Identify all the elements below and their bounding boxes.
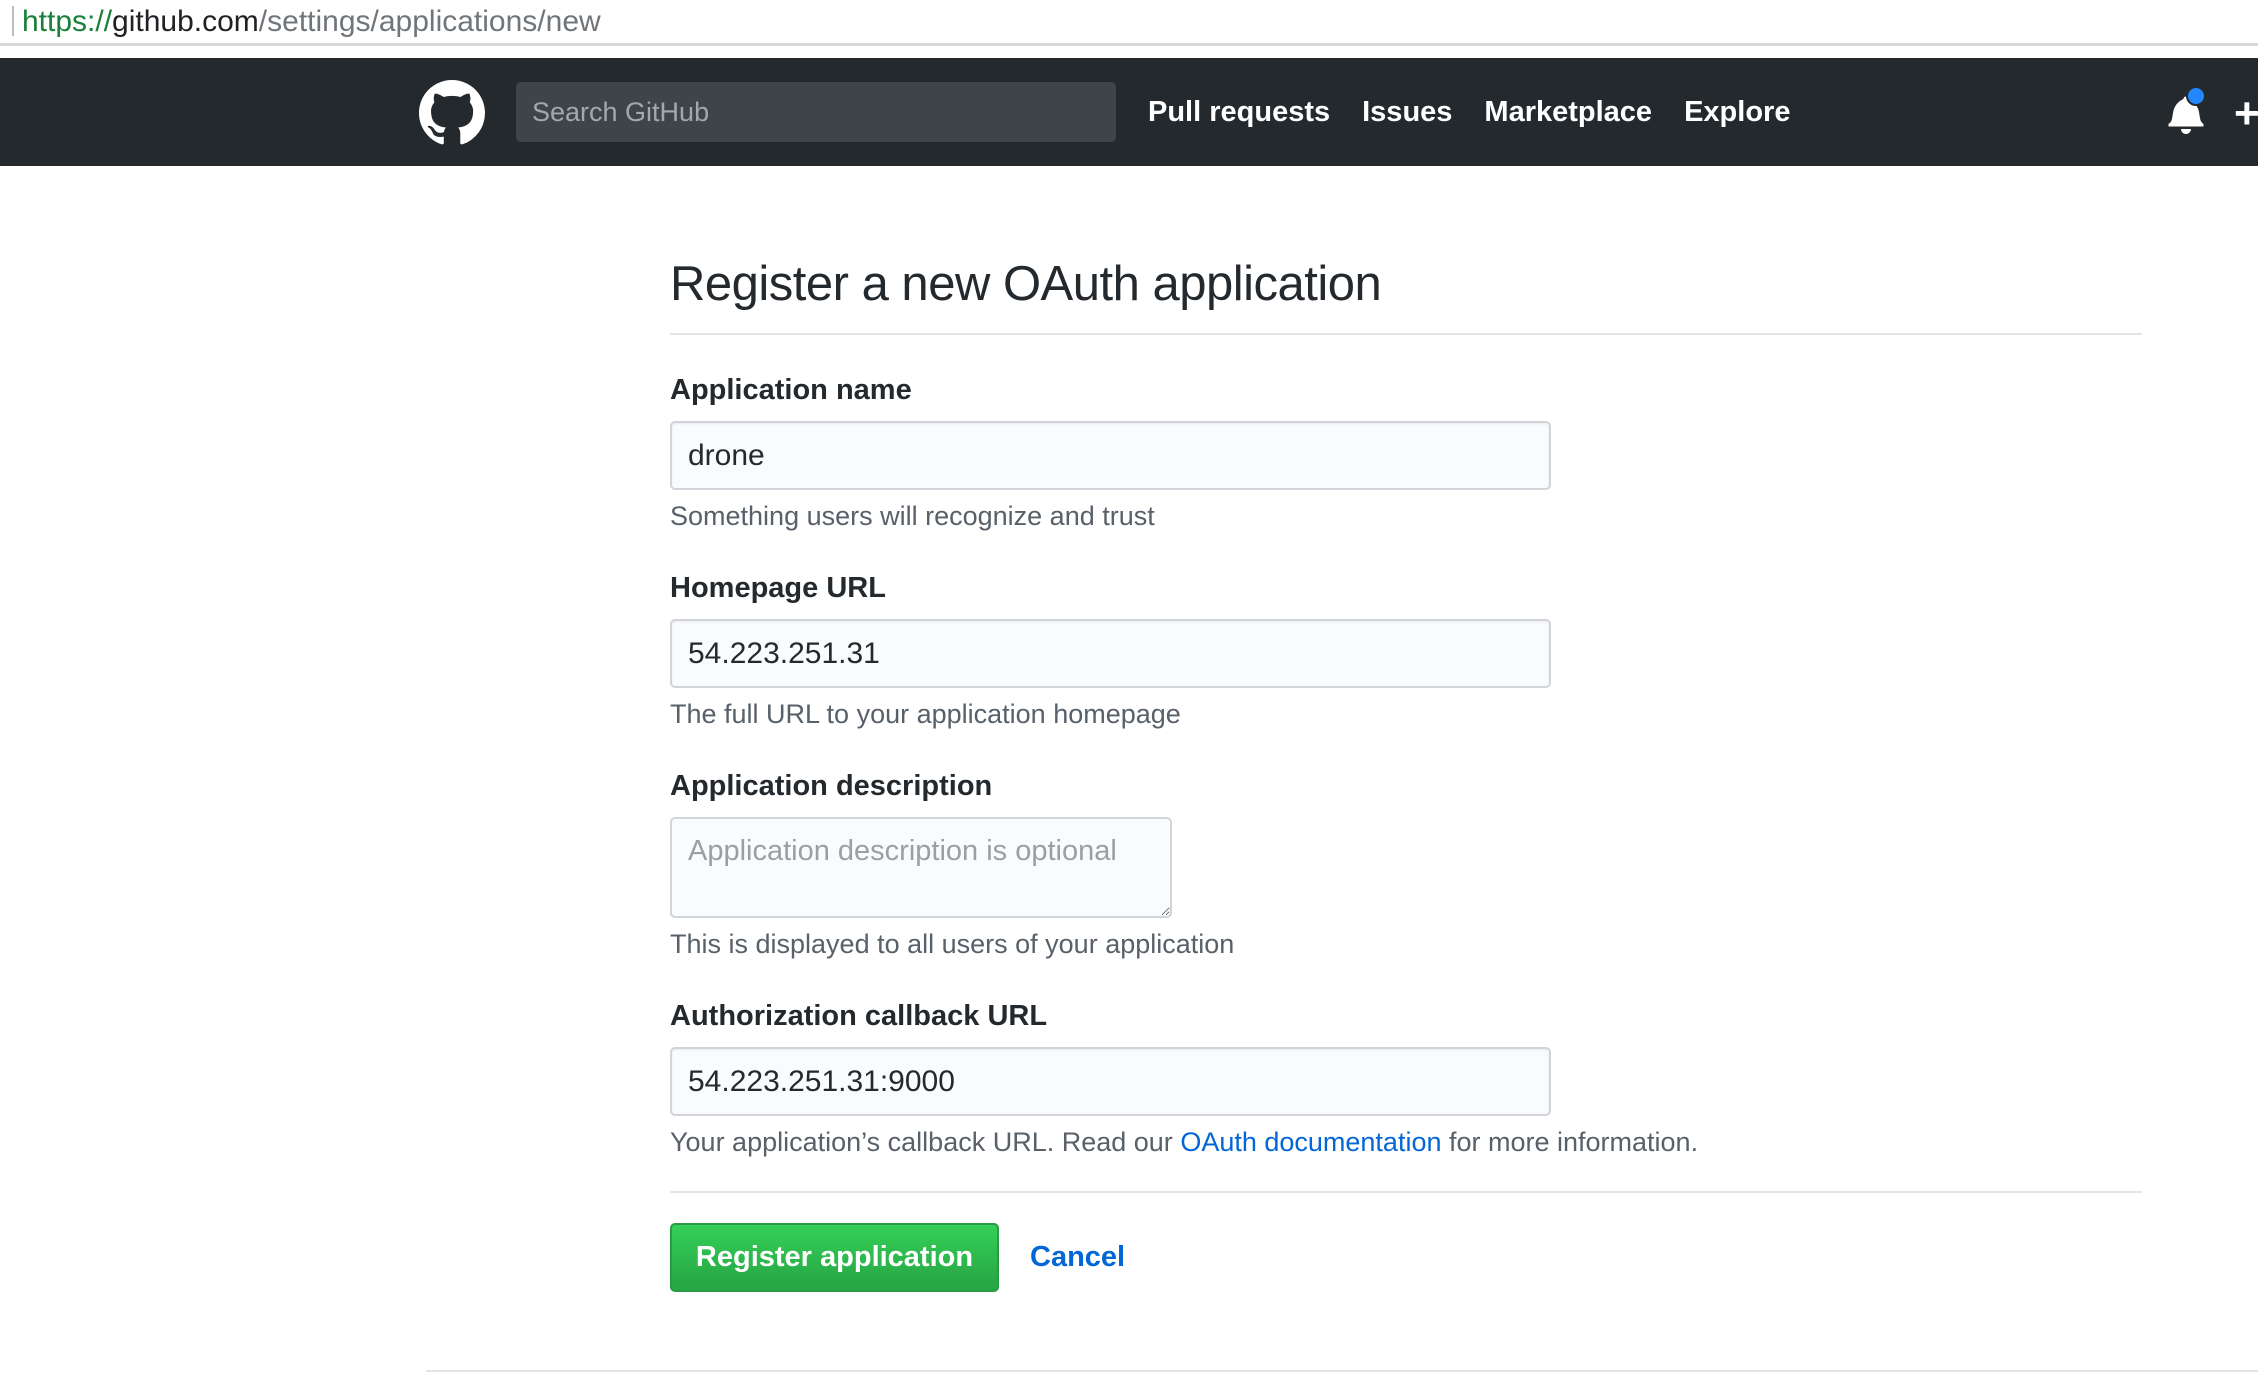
callback-url-note: Your application’s callback URL. Read ou… <box>670 1125 1698 1159</box>
callback-url-input[interactable] <box>670 1047 1551 1116</box>
nav-issues[interactable]: Issues <box>1362 90 1452 134</box>
search-input[interactable] <box>516 82 1116 142</box>
title-divider <box>670 333 2142 335</box>
main-nav: Pull requests Issues Marketplace Explore <box>1148 90 1790 134</box>
homepage-url-input[interactable] <box>670 619 1551 688</box>
application-description-textarea[interactable] <box>670 817 1172 918</box>
address-bar-url[interactable]: https://github.com/settings/applications… <box>22 4 601 40</box>
site-header: Pull requests Issues Marketplace Explore… <box>0 58 2258 166</box>
create-new-plus-icon[interactable]: + <box>2234 92 2258 136</box>
register-application-button[interactable]: Register application <box>670 1223 999 1292</box>
oauth-documentation-link[interactable]: OAuth documentation <box>1180 1127 1441 1157</box>
application-name-label: Application name <box>670 374 912 406</box>
url-path: /settings/applications/new <box>258 5 601 38</box>
application-name-input[interactable] <box>670 421 1551 490</box>
cancel-button[interactable]: Cancel <box>1030 1239 1125 1275</box>
nav-explore[interactable]: Explore <box>1684 90 1790 134</box>
application-name-note: Something users will recognize and trust <box>670 501 1155 531</box>
page-title: Register a new OAuth application <box>670 257 1382 311</box>
address-bar-divider <box>12 6 14 36</box>
footer-divider <box>426 1370 2258 1372</box>
homepage-url-label: Homepage URL <box>670 572 886 604</box>
browser-address-bar[interactable]: https://github.com/settings/applications… <box>0 0 2258 46</box>
nav-pull-requests[interactable]: Pull requests <box>1148 90 1330 134</box>
application-description-label: Application description <box>670 770 993 802</box>
github-logo-icon[interactable] <box>419 80 485 146</box>
callback-note-text: Your application’s callback URL. Read ou… <box>670 1127 1181 1157</box>
url-host: github.com <box>112 5 259 38</box>
url-scheme: https:// <box>22 5 113 38</box>
nav-marketplace[interactable]: Marketplace <box>1484 90 1652 134</box>
notification-indicator <box>2186 86 2206 106</box>
callback-url-label: Authorization callback URL <box>670 1000 1048 1032</box>
homepage-url-note: The full URL to your application homepag… <box>670 699 1181 729</box>
callback-note-suffix: for more information. <box>1441 1127 1699 1157</box>
form-divider <box>670 1191 2142 1193</box>
application-description-note: This is displayed to all users of your a… <box>670 929 1235 959</box>
